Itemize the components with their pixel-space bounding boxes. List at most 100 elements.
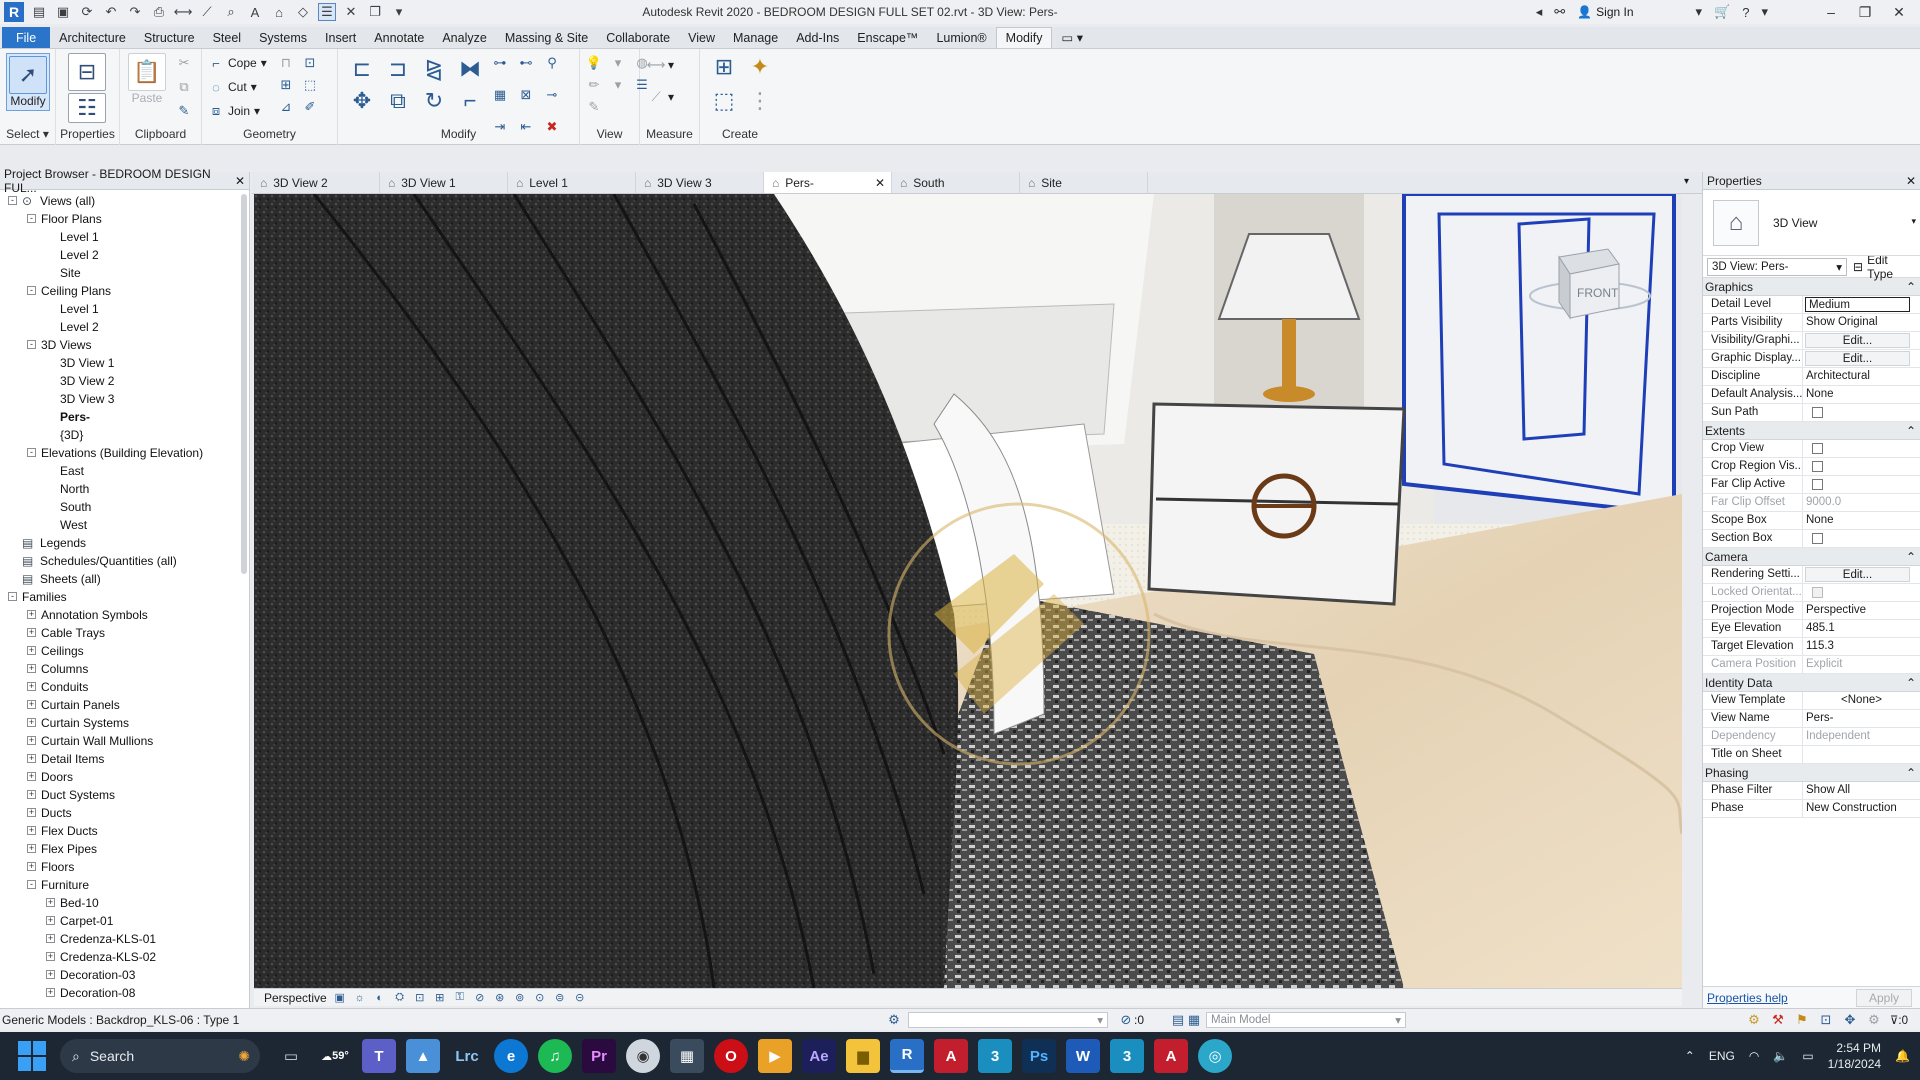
create-similar-icon[interactable]: ⋮: [746, 87, 774, 115]
tree-item[interactable]: + Cable Trays: [0, 624, 249, 642]
3dsmax-icon[interactable]: 3: [978, 1039, 1012, 1073]
tree-item[interactable]: ▤ Sheets (all): [0, 570, 249, 588]
close-icon[interactable]: ✕: [1906, 174, 1916, 188]
expand-toggle-icon[interactable]: +: [27, 700, 36, 709]
tree-item[interactable]: + Floors: [0, 858, 249, 876]
restore-button[interactable]: ❐: [1854, 4, 1876, 21]
view-tab[interactable]: ⌂ 3D View 2: [252, 172, 380, 193]
collapse-toggle-icon[interactable]: -: [27, 214, 36, 223]
tree-item[interactable]: East: [0, 462, 249, 480]
property-value[interactable]: Pers-: [1803, 710, 1920, 727]
tree-item[interactable]: {3D}: [0, 426, 249, 444]
property-section-header[interactable]: Camera ⌃: [1703, 548, 1920, 566]
tab-file[interactable]: File: [2, 27, 51, 48]
property-value[interactable]: None: [1803, 386, 1920, 403]
project-browser-scrollbar[interactable]: [241, 194, 247, 574]
teams-icon[interactable]: T: [362, 1039, 396, 1073]
filter-icon[interactable]: ⊽:0: [1890, 1013, 1908, 1027]
reveal-constraints-icon[interactable]: ⊝: [573, 991, 587, 1005]
unlock-view-icon[interactable]: ⚿: [453, 991, 467, 1005]
select-by-face-icon[interactable]: ⊡: [1818, 1012, 1834, 1028]
select-pinned-icon[interactable]: ⚑: [1794, 1012, 1810, 1028]
collapse-toggle-icon[interactable]: -: [27, 880, 36, 889]
revit-taskbar-icon[interactable]: R: [890, 1039, 924, 1073]
calculator-app-icon[interactable]: ▦: [670, 1039, 704, 1073]
expand-toggle-icon[interactable]: +: [46, 934, 55, 943]
tab-manage[interactable]: Manage: [724, 27, 787, 48]
tree-item[interactable]: South: [0, 498, 249, 516]
property-value[interactable]: None: [1803, 512, 1920, 529]
word-icon[interactable]: W: [1066, 1039, 1100, 1073]
tab-enscape[interactable]: Enscape™: [848, 27, 927, 48]
split-element-icon[interactable]: ⊶: [492, 55, 508, 71]
tab-structure[interactable]: Structure: [135, 27, 204, 48]
mirror-draw-axis-icon[interactable]: ⧓: [456, 55, 484, 83]
property-section-header[interactable]: Extents ⌃: [1703, 422, 1920, 440]
move-icon[interactable]: ✥: [348, 87, 376, 115]
design-options-icon[interactable]: ▤: [1170, 1012, 1186, 1028]
property-value[interactable]: <None>: [1803, 692, 1920, 709]
shadows-icon[interactable]: ◐: [373, 991, 387, 1005]
tree-item[interactable]: + Ceilings: [0, 642, 249, 660]
collapse-section-icon[interactable]: ⌃: [1906, 550, 1916, 564]
tree-item[interactable]: ▤ Legends: [0, 534, 249, 552]
tree-item[interactable]: - Families: [0, 588, 249, 606]
checkbox-icon[interactable]: [1812, 443, 1823, 454]
volume-icon[interactable]: 🔈: [1773, 1049, 1788, 1063]
tree-item[interactable]: + Duct Systems: [0, 786, 249, 804]
edge-icon[interactable]: e: [494, 1039, 528, 1073]
close-window-button[interactable]: ✕: [1888, 4, 1910, 21]
tree-item[interactable]: + Credenza-KLS-02: [0, 948, 249, 966]
background-processes-icon[interactable]: ⚙: [1866, 1012, 1882, 1028]
design-options-manage-icon[interactable]: ▦: [1186, 1012, 1202, 1028]
property-value[interactable]: 485.1: [1803, 620, 1920, 637]
wifi-icon[interactable]: ◠: [1749, 1049, 1759, 1063]
worksets-icon[interactable]: ⚙: [886, 1012, 902, 1028]
copy-clipboard-button[interactable]: ⧉: [176, 79, 192, 95]
offset-icon[interactable]: ⊐: [384, 55, 412, 83]
property-section-header[interactable]: Graphics ⌃: [1703, 278, 1920, 296]
align-icon[interactable]: ⊏: [348, 55, 376, 83]
cope-button[interactable]: ⌐ Cope ▾: [208, 55, 267, 71]
tree-item[interactable]: Pers-: [0, 408, 249, 426]
property-checkbox[interactable]: [1803, 530, 1920, 547]
expand-toggle-icon[interactable]: +: [27, 646, 36, 655]
create-group-icon[interactable]: ⬚: [710, 87, 738, 115]
collapse-section-icon[interactable]: ⌃: [1906, 766, 1916, 780]
property-value[interactable]: New Construction: [1803, 800, 1920, 817]
windows-start-button[interactable]: [18, 1041, 48, 1071]
expand-toggle-icon[interactable]: +: [27, 826, 36, 835]
show-analytical-icon[interactable]: ⊙: [533, 991, 547, 1005]
premiere-icon[interactable]: Pr: [582, 1039, 616, 1073]
expand-toggle-icon[interactable]: +: [27, 610, 36, 619]
tree-item[interactable]: 3D View 1: [0, 354, 249, 372]
tab-annotate[interactable]: Annotate: [365, 27, 433, 48]
create-parts-icon[interactable]: ✦: [746, 53, 774, 81]
expand-toggle-icon[interactable]: +: [27, 718, 36, 727]
tree-item[interactable]: + Curtain Wall Mullions: [0, 732, 249, 750]
property-edit-button[interactable]: Edit...: [1805, 333, 1910, 348]
tree-item[interactable]: + Decoration-03: [0, 966, 249, 984]
property-edit-button[interactable]: Edit...: [1805, 351, 1910, 366]
modify-tool-button[interactable]: ➚ Modify: [6, 53, 50, 111]
opera-icon[interactable]: O: [714, 1039, 748, 1073]
apply-button[interactable]: Apply: [1855, 988, 1912, 1007]
tree-item[interactable]: + Conduits: [0, 678, 249, 696]
battery-icon[interactable]: ▭: [1802, 1049, 1813, 1063]
expand-toggle-icon[interactable]: +: [27, 754, 36, 763]
view-tab[interactable]: ⌂ South: [892, 172, 1020, 193]
minimize-button[interactable]: –: [1820, 4, 1842, 20]
tree-item[interactable]: - Elevations (Building Elevation): [0, 444, 249, 462]
close-tab-icon[interactable]: ✕: [875, 176, 885, 190]
media-player-icon[interactable]: ▶: [758, 1039, 792, 1073]
tree-item[interactable]: -3D Views: [0, 336, 249, 354]
3d-view-canvas[interactable]: FRONT: [254, 194, 1682, 988]
property-value[interactable]: Architectural: [1803, 368, 1920, 385]
expand-toggle-icon[interactable]: +: [27, 790, 36, 799]
tree-item[interactable]: + Curtain Panels: [0, 696, 249, 714]
join-button[interactable]: ⧈ Join ▾: [208, 103, 260, 119]
property-section-header[interactable]: Phasing ⌃: [1703, 764, 1920, 782]
property-value[interactable]: [1803, 746, 1920, 763]
expand-toggle-icon[interactable]: +: [46, 970, 55, 979]
collapse-section-icon[interactable]: ⌃: [1906, 424, 1916, 438]
